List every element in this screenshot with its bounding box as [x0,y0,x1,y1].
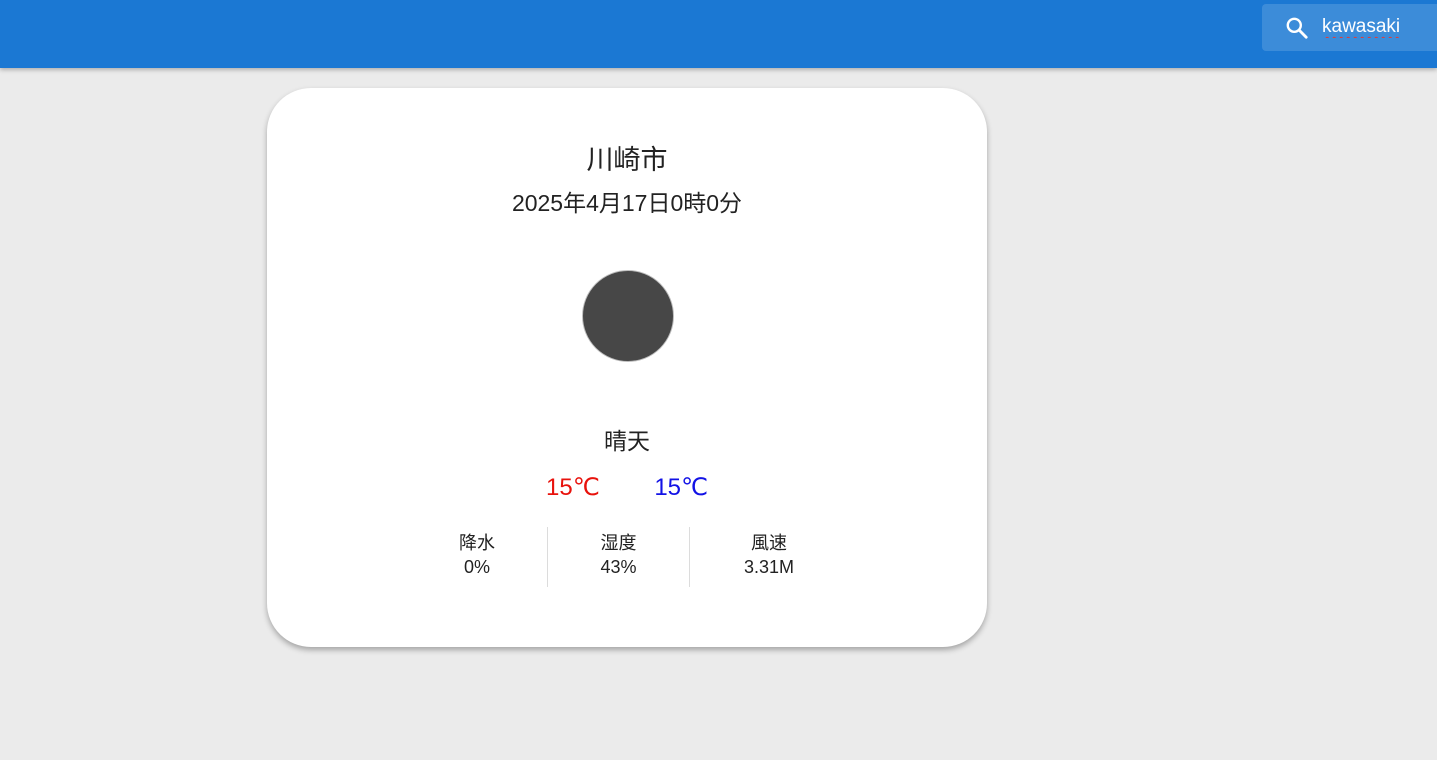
search-icon [1284,15,1310,41]
stat-label: 風速 [751,533,787,554]
search-input[interactable] [1322,12,1432,42]
weather-circle-icon [582,270,674,362]
stat-value: 3.31M [743,557,795,577]
stat-label: 降水 [459,533,495,554]
temperature-max: 15℃ [546,474,600,501]
stat-value: 43% [600,557,637,577]
stat-label: 湿度 [600,533,637,554]
temperature-min: 15℃ [654,474,708,501]
stat-wind-speed: 風速 3.31M [689,527,848,587]
stat-precipitation: 降水 0% [407,527,547,587]
weather-stats: 降水 0% 湿度 43% 風速 3.31M [407,527,848,587]
stat-value: 0% [463,557,490,577]
stat-humidity: 湿度 43% [547,527,689,587]
weather-condition: 晴天 [604,429,650,455]
forecast-datetime: 2025年4月17日0時0分 [511,190,743,216]
app-bar [0,0,1437,68]
city-name: 川崎市 [586,145,668,176]
search-box[interactable] [1262,4,1437,51]
weather-card: 川崎市 2025年4月17日0時0分 晴天 15℃ 15℃ 降水 0% 湿度 4… [267,88,987,647]
temperature-row: 15℃ 15℃ [267,473,987,502]
